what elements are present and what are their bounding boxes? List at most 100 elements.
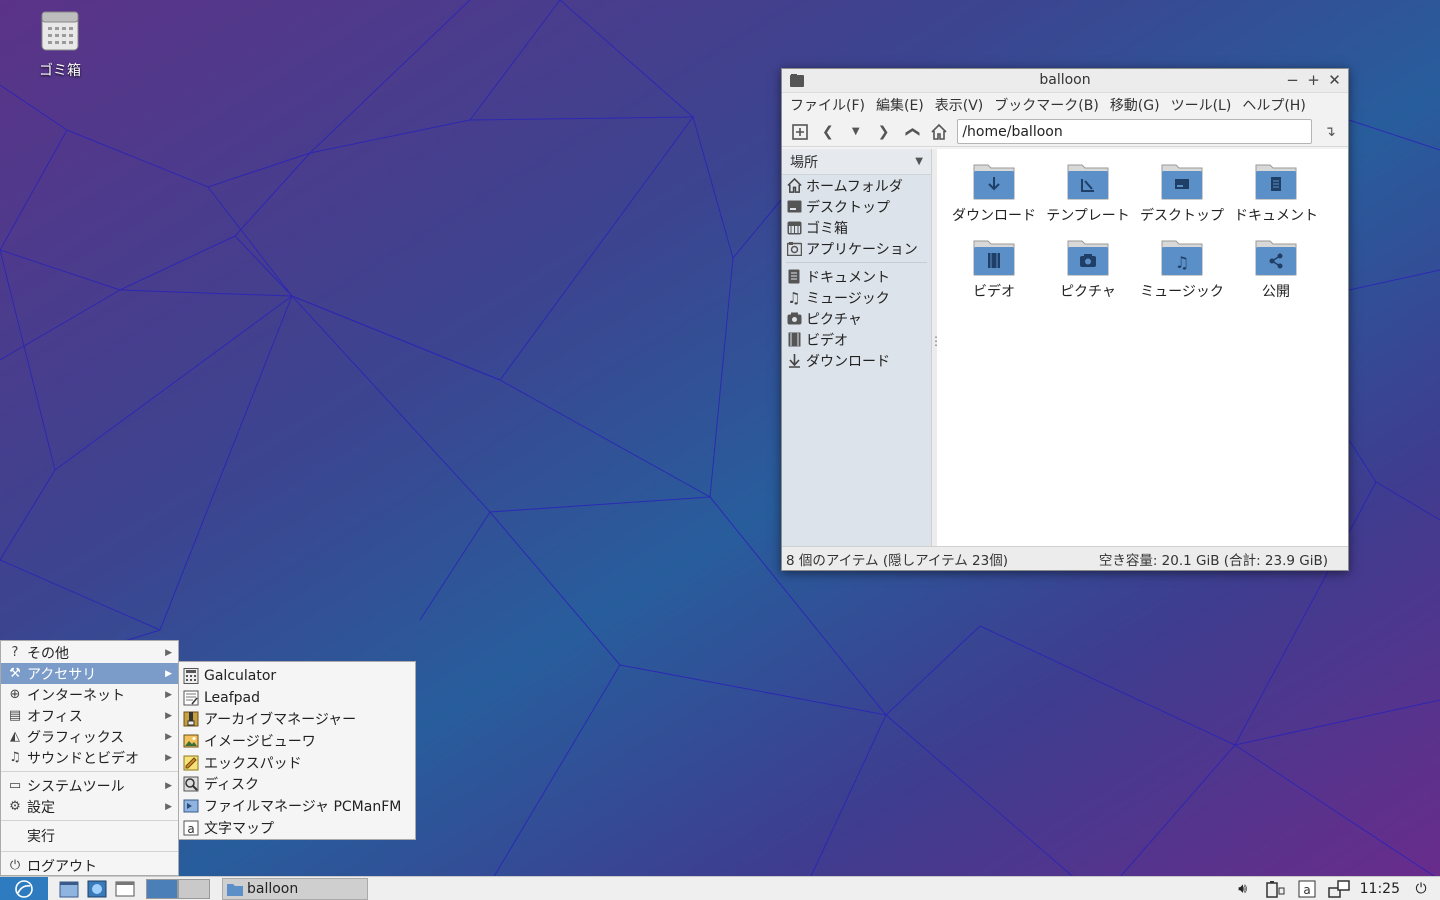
submenu-item-image-viewer[interactable]: イメージビューワ: [179, 730, 415, 752]
path-input[interactable]: [957, 119, 1313, 144]
sidebar-item-home[interactable]: ホームフォルダ: [782, 175, 931, 196]
submenu-item-character-map[interactable]: a 文字マップ: [179, 817, 415, 839]
window-titlebar[interactable]: balloon − + ✕: [782, 69, 1348, 93]
folder-download-icon: [973, 164, 1015, 200]
image-viewer-icon: [183, 734, 199, 748]
folder-template-icon: [1067, 164, 1109, 200]
menu-bookmarks[interactable]: ブックマーク(B): [990, 95, 1106, 115]
menu-item-system-tools[interactable]: ▭ システムツール ▶: [1, 775, 178, 796]
input-method-icon[interactable]: a: [1296, 879, 1318, 899]
menu-item-graphics[interactable]: ◭ グラフィックス ▶: [1, 726, 178, 747]
sidebar-item-documents[interactable]: ドキュメント: [782, 266, 931, 287]
folder-videos[interactable]: ビデオ: [947, 235, 1041, 311]
folder-pictures[interactable]: ピクチャ: [1041, 235, 1135, 311]
document-icon: [786, 269, 802, 285]
submenu-arrow-icon: ▶: [165, 689, 172, 700]
folder-camera-icon: [1067, 240, 1109, 276]
folder-label: 公開: [1262, 284, 1290, 300]
folder-music-icon: ♫: [1161, 240, 1203, 276]
clock[interactable]: 11:25: [1360, 881, 1400, 897]
submenu-item-xpad[interactable]: エックスパッド: [179, 752, 415, 774]
submenu-item-archive-manager[interactable]: アーカイブマネージャー: [179, 708, 415, 730]
menu-edit[interactable]: 編集(E): [872, 95, 931, 115]
menu-item-office[interactable]: ▤ オフィス ▶: [1, 705, 178, 726]
file-view[interactable]: ダウンロード テンプレート デスクトップ ドキュメント ビデオ ピクチャ ♫ ミ…: [937, 149, 1348, 547]
file-manager-window[interactable]: balloon − + ✕ ファイル(F) 編集(E) 表示(V) ブックマーク…: [781, 68, 1349, 571]
sidebar-item-applications[interactable]: アプリケーション: [782, 238, 931, 259]
sidebar-item-label: ダウンロード: [806, 353, 890, 370]
sidebar-item-downloads[interactable]: ダウンロード: [782, 350, 931, 371]
menu-item-accessories[interactable]: ⚒ アクセサリ ▶: [1, 663, 178, 684]
back-button[interactable]: ❮: [814, 119, 842, 145]
menu-item-other[interactable]: ? その他 ▶: [1, 642, 178, 663]
sidebar-item-pictures[interactable]: ピクチャ: [782, 308, 931, 329]
history-button[interactable]: ▼: [842, 119, 870, 145]
menu-file[interactable]: ファイル(F): [786, 95, 872, 115]
submenu-item-galculator[interactable]: Galculator: [179, 665, 415, 687]
folder-public[interactable]: 公開: [1229, 235, 1323, 311]
folder-documents[interactable]: ドキュメント: [1229, 159, 1323, 235]
close-button[interactable]: ✕: [1327, 71, 1342, 89]
statusbar: 8 個のアイテム (隠しアイテム 23個) 空き容量: 20.1 GiB (合計…: [782, 546, 1348, 570]
submenu-item-disks[interactable]: ディスク: [179, 773, 415, 795]
menu-item-internet[interactable]: ⊕ インターネット ▶: [1, 684, 178, 705]
battery-icon[interactable]: [1264, 879, 1286, 899]
sidebar-item-music[interactable]: ♫ ミュージック: [782, 287, 931, 308]
menu-item-run[interactable]: 実行: [1, 824, 178, 848]
folder-icon: [227, 883, 243, 896]
up-button[interactable]: ❯: [898, 119, 926, 145]
launcher-web-browser[interactable]: [84, 878, 110, 900]
new-tab-button[interactable]: [786, 119, 814, 145]
menu-item-sound-video[interactable]: ♫ サウンドとビデオ ▶: [1, 747, 178, 768]
power-icon[interactable]: ⏻: [1410, 879, 1432, 899]
folder-desktop[interactable]: デスクトップ: [1135, 159, 1229, 235]
network-icon[interactable]: [1327, 879, 1350, 899]
menu-view[interactable]: 表示(V): [931, 95, 991, 115]
menu-item-label: その他: [27, 645, 69, 662]
forward-button[interactable]: ❯: [870, 119, 898, 145]
notepad-icon: [183, 755, 199, 771]
sidebar-item-desktop[interactable]: デスクトップ: [782, 196, 931, 217]
home-button[interactable]: [925, 119, 953, 145]
minimize-button[interactable]: −: [1285, 71, 1300, 89]
volume-icon[interactable]: 🔊︎: [1232, 879, 1254, 899]
folder-templates[interactable]: テンプレート: [1041, 159, 1135, 235]
workspace-2[interactable]: [178, 878, 210, 899]
desktop-trash[interactable]: ゴミ箱: [28, 10, 92, 80]
new-tab-icon: [792, 123, 808, 140]
launcher-show-desktop[interactable]: [112, 878, 138, 900]
home-icon: [931, 123, 947, 140]
submenu-item-leafpad[interactable]: Leafpad: [179, 687, 415, 709]
folder-music[interactable]: ♫ ミュージック: [1135, 235, 1229, 311]
status-item-count: 8 個のアイテム (隠しアイテム 23個): [786, 552, 1008, 569]
submenu-item-label: ディスク: [204, 777, 260, 794]
folder-label: ダウンロード: [952, 208, 1036, 224]
calculator-icon: [183, 667, 199, 684]
menu-item-settings[interactable]: ⚙ 設定 ▶: [1, 796, 178, 817]
menu-tools[interactable]: ツール(L): [1167, 95, 1239, 115]
menu-go[interactable]: 移動(G): [1106, 95, 1167, 115]
submenu-item-label: アーカイブマネージャー: [204, 712, 357, 729]
sidebar-item-trash[interactable]: ゴミ箱: [782, 217, 931, 238]
go-button[interactable]: ↴: [1316, 119, 1344, 145]
svg-text:♫: ♫: [1175, 253, 1189, 272]
workspace-1[interactable]: [146, 878, 178, 899]
sidebar-item-videos[interactable]: ビデオ: [782, 329, 931, 350]
start-button[interactable]: [0, 876, 48, 900]
graphics-icon: ◭: [10, 729, 20, 744]
sidebar-header[interactable]: 場所 ▼: [782, 149, 931, 175]
menu-help[interactable]: ヘルプ(H): [1238, 95, 1312, 115]
folder-downloads[interactable]: ダウンロード: [947, 159, 1041, 235]
menu-item-logout[interactable]: ⏻ ログアウト: [1, 855, 178, 876]
launcher-file-manager[interactable]: [56, 878, 82, 900]
sidebar-item-label: ビデオ: [806, 332, 848, 349]
caret-down-icon: ▼: [851, 126, 860, 137]
help-icon: ?: [11, 645, 19, 660]
sidebar-item-label: デスクトップ: [806, 199, 890, 216]
submenu-arrow-icon: ▶: [165, 731, 172, 742]
go-arrow-icon: ↴: [1324, 123, 1336, 140]
maximize-button[interactable]: +: [1306, 71, 1321, 89]
taskbar-task-balloon[interactable]: balloon: [222, 877, 368, 900]
applications-icon: [786, 241, 802, 257]
submenu-item-pcmanfm[interactable]: ファイルマネージャ PCManFM: [179, 795, 415, 817]
